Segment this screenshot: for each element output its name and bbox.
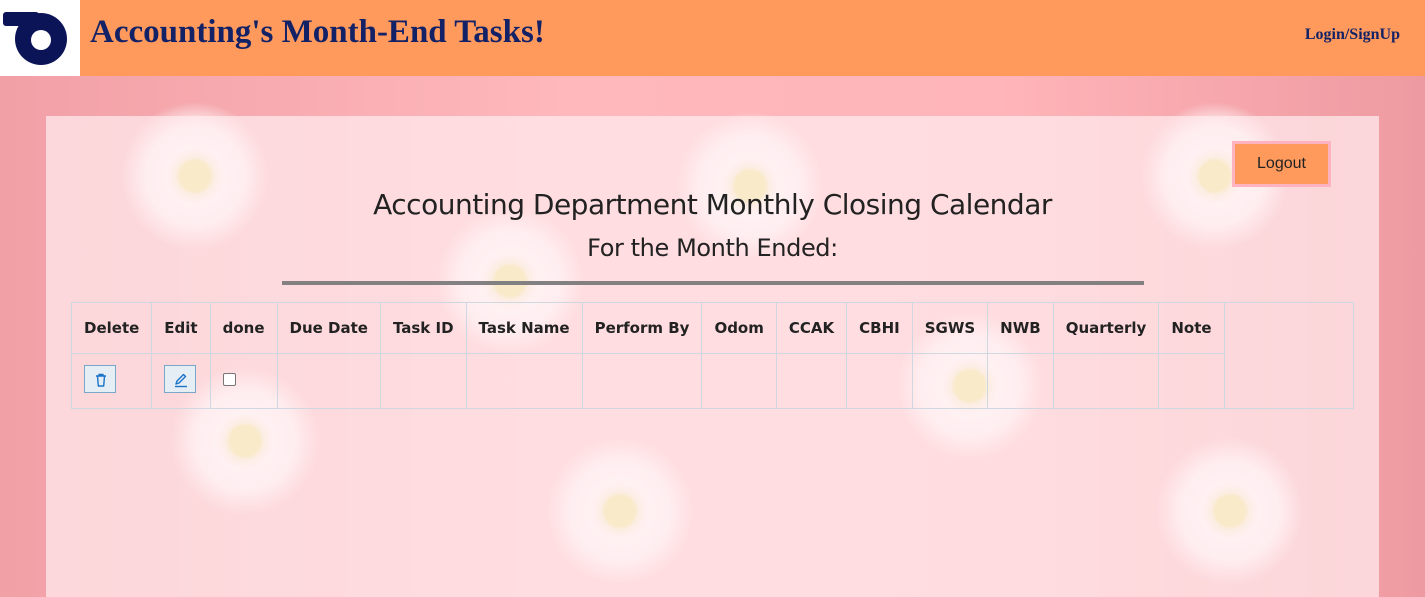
edit-cell — [151, 353, 211, 408]
column-header-note: Note — [1158, 303, 1225, 354]
column-header-task-id: Task ID — [380, 303, 467, 354]
ccak-cell — [776, 353, 848, 408]
column-header-odom: Odom — [701, 303, 777, 354]
quarterly-cell — [1053, 353, 1160, 408]
tasks-table-container: Delete Edit done Due Date Task ID Task N… — [71, 302, 1354, 409]
tasks-table: Delete Edit done Due Date Task ID Task N… — [72, 303, 1225, 408]
note-cell — [1158, 353, 1225, 408]
due-date-cell — [277, 353, 381, 408]
divider — [282, 281, 1144, 285]
login-signup-link[interactable]: Login/SignUp — [1305, 26, 1400, 44]
task-name-cell — [466, 353, 583, 408]
sgws-cell — [912, 353, 989, 408]
column-header-due-date: Due Date — [277, 303, 381, 354]
task-id-cell — [380, 353, 467, 408]
done-cell — [210, 353, 278, 408]
logo-icon — [3, 12, 67, 65]
logo[interactable] — [0, 0, 80, 76]
edit-button[interactable] — [164, 364, 197, 393]
odom-cell — [701, 353, 777, 408]
table-row — [72, 353, 1225, 408]
table-header-row: Delete Edit done Due Date Task ID Task N… — [72, 303, 1225, 354]
column-header-ccak: CCAK — [776, 303, 848, 354]
column-header-done: done — [210, 303, 278, 354]
column-header-quarterly: Quarterly — [1053, 303, 1160, 354]
column-header-perform-by: Perform By — [582, 303, 703, 354]
column-header-nwb: NWB — [987, 303, 1054, 354]
trash-icon — [96, 373, 106, 387]
done-checkbox[interactable] — [222, 372, 236, 386]
calendar-subtitle: For the Month Ended: — [587, 234, 838, 262]
main-card: Logout Accounting Department Monthly Clo… — [46, 116, 1379, 597]
perform-by-cell — [582, 353, 703, 408]
column-header-task-name: Task Name — [466, 303, 583, 354]
delete-button[interactable] — [84, 364, 116, 393]
top-header: Accounting's Month-End Tasks! Login/Sign… — [0, 0, 1425, 76]
app-title: Accounting's Month-End Tasks! — [90, 14, 545, 50]
logout-button[interactable]: Logout — [1232, 141, 1331, 187]
calendar-title: Accounting Department Monthly Closing Ca… — [373, 188, 1052, 221]
nwb-cell — [987, 353, 1054, 408]
column-header-sgws: SGWS — [912, 303, 989, 354]
pencil-icon — [175, 373, 188, 387]
cbhi-cell — [846, 353, 913, 408]
column-header-edit: Edit — [151, 303, 211, 354]
column-header-delete: Delete — [72, 303, 153, 354]
delete-cell — [72, 353, 153, 408]
column-header-cbhi: CBHI — [846, 303, 913, 354]
